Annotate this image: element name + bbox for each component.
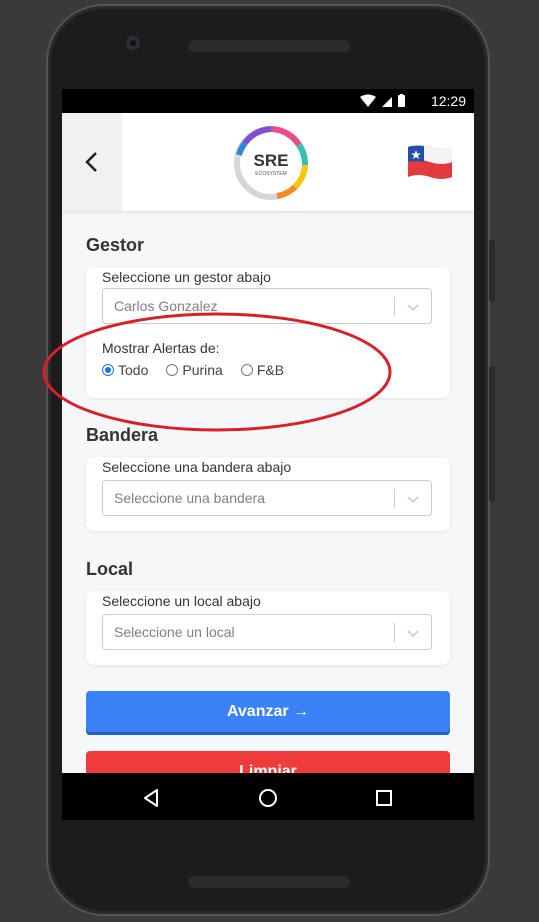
app-screen: 12:29 SRE ECOSYSTEM Gestor Seleccione un… <box>62 89 474 820</box>
advance-button[interactable]: Avanzar → <box>86 691 450 735</box>
status-icons <box>360 94 405 107</box>
bandera-card: Seleccione una bandera abajo Seleccione … <box>86 457 450 531</box>
local-select[interactable]: Seleccione un local <box>102 614 432 650</box>
bandera-select[interactable]: Seleccione una bandera <box>102 480 432 516</box>
logo-text: SRE <box>254 151 289 170</box>
power-button[interactable] <box>489 366 495 502</box>
signal-icon <box>382 97 392 107</box>
gestor-label: Seleccione un gestor abajo <box>102 269 271 285</box>
select-separator <box>394 297 395 316</box>
status-time: 12:29 <box>430 93 466 109</box>
status-bar: 12:29 <box>62 89 474 113</box>
logo-subtext: ECOSYSTEM <box>255 171 286 177</box>
chevron-down-icon <box>407 304 419 312</box>
local-select-placeholder: Seleccione un local <box>114 624 235 640</box>
front-camera <box>126 36 140 50</box>
bandera-select-placeholder: Seleccione una bandera <box>114 490 266 506</box>
android-nav-bar <box>62 773 474 820</box>
nav-back-icon[interactable] <box>142 788 162 808</box>
top-speaker <box>188 40 350 52</box>
sre-ecosystem-logo: SRE ECOSYSTEM <box>234 126 308 200</box>
bandera-label: Seleccione una bandera abajo <box>102 459 292 475</box>
battery-icon <box>398 95 405 107</box>
chevron-down-icon <box>407 496 419 504</box>
select-separator <box>394 623 395 642</box>
select-separator <box>394 489 395 508</box>
section-title-local: Local <box>86 559 134 579</box>
volume-button[interactable] <box>489 240 495 302</box>
nav-home-icon[interactable] <box>258 788 278 808</box>
bottom-speaker <box>188 876 350 888</box>
app-header: SRE ECOSYSTEM <box>62 113 474 211</box>
wifi-icon <box>360 94 376 107</box>
annotation-ellipse <box>42 312 392 432</box>
back-button[interactable] <box>62 113 122 211</box>
chile-flag-icon[interactable] <box>406 143 454 181</box>
local-card: Seleccione un local abajo Seleccione un … <box>86 591 450 665</box>
chevron-down-icon <box>407 630 419 638</box>
local-label: Seleccione un local abajo <box>102 593 261 609</box>
section-title-gestor: Gestor <box>86 235 145 255</box>
chevron-left-icon <box>85 152 97 172</box>
nav-recents-icon[interactable] <box>374 788 394 808</box>
